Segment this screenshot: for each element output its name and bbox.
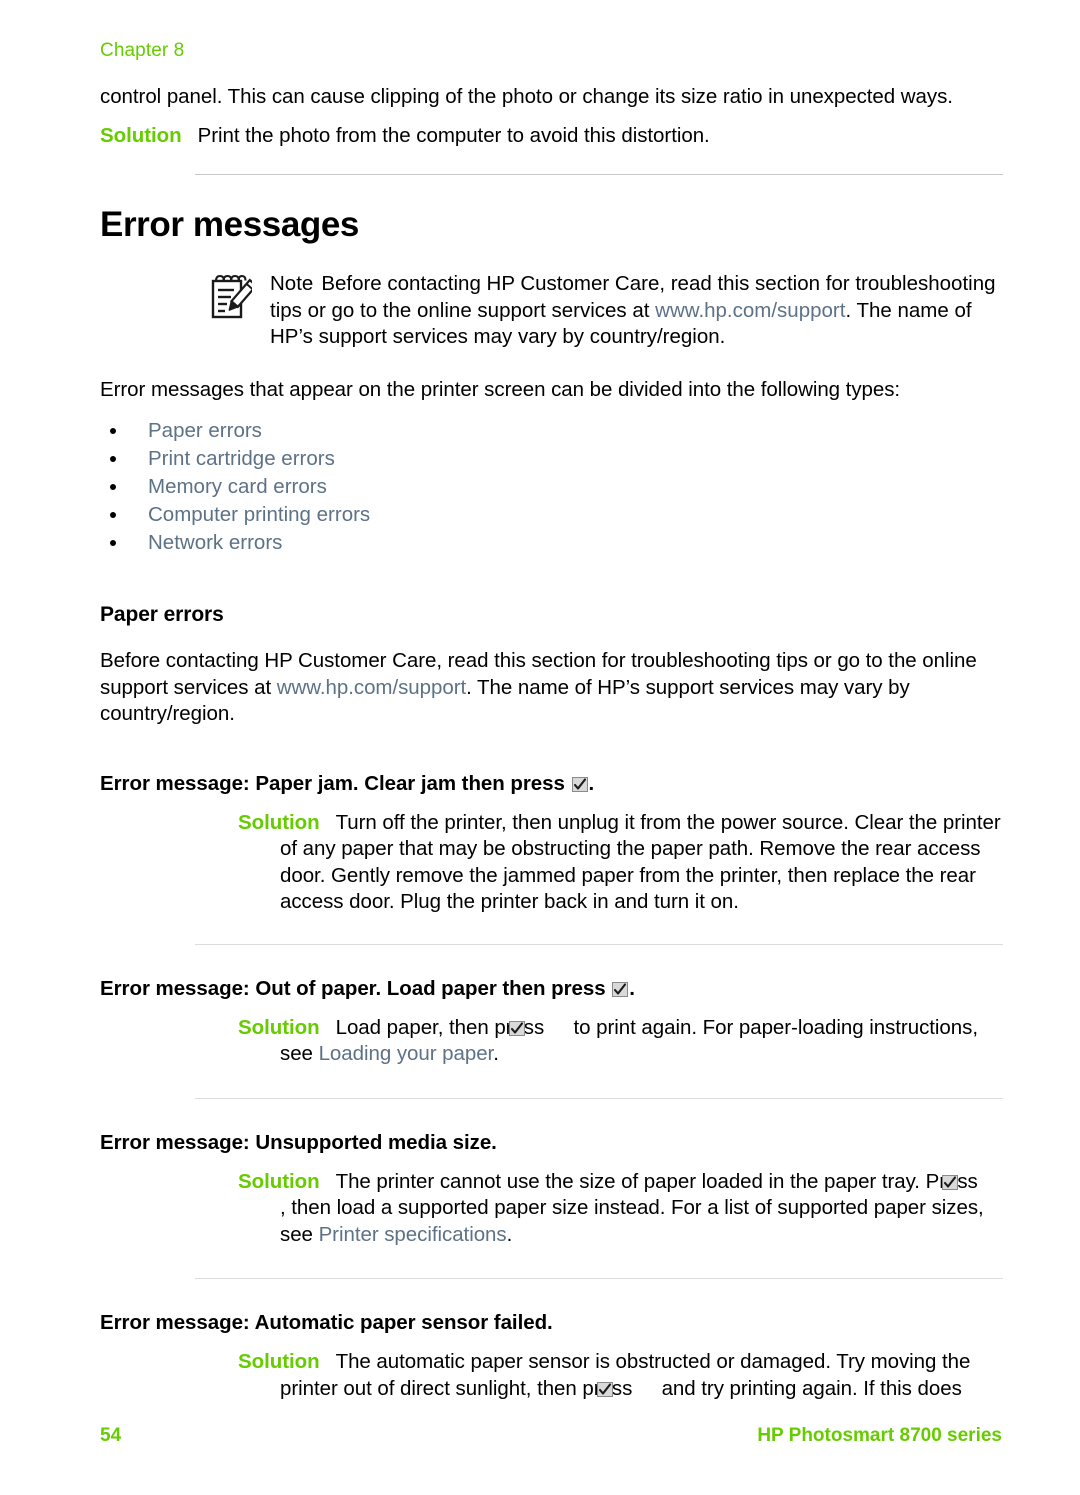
list-item-label: Network errors	[148, 531, 283, 554]
error-title-text: Error message: Out of paper. Load paper …	[100, 976, 612, 1000]
notepad-pencil-icon	[208, 273, 258, 321]
bullet-dot-icon	[110, 428, 116, 434]
solution-text-a: The printer cannot use the size of paper…	[335, 1169, 984, 1193]
error-title: Error message: Automatic paper sensor fa…	[100, 1311, 553, 1334]
section-divider	[195, 1278, 1003, 1279]
paper-errors-support-link[interactable]: www.hp.com/support	[277, 676, 466, 699]
list-item[interactable]: Print cartridge errors	[100, 445, 1002, 473]
list-item-label: Memory card errors	[148, 475, 327, 498]
error-title: Error message: Out of paper. Load paper …	[100, 977, 1002, 1001]
chapter-header: Chapter 8	[100, 40, 185, 61]
list-item[interactable]: Memory card errors	[100, 473, 1002, 501]
ok-button-icon	[942, 1171, 1000, 1190]
ok-button-icon	[596, 1378, 655, 1397]
page-title: Error messages	[100, 205, 360, 244]
list-item[interactable]: Network errors	[100, 529, 1002, 557]
note-block: Note Before contacting HP Customer Care, …	[208, 271, 1002, 351]
note-support-link[interactable]: www.hp.com/support	[655, 299, 845, 322]
error-title: Error message: Paper jam. Clear jam then…	[100, 772, 1002, 796]
section-divider	[195, 1097, 1003, 1099]
list-item[interactable]: Paper errors	[100, 417, 1002, 445]
error-title: Error message: Unsupported media size.	[100, 1130, 497, 1154]
error-solution: Solution Turn off the printer, then unplu…	[238, 810, 1002, 916]
footer-product-name: HP Photosmart 8700 series	[757, 1425, 1002, 1446]
error-title-suffix: .	[588, 771, 595, 795]
intro-paragraph: Error messages that appear on the printe…	[100, 377, 901, 401]
ok-button-icon	[508, 1017, 567, 1036]
solution-text: Print the photo from the computer to avo…	[197, 123, 710, 147]
bullet-dot-icon	[110, 540, 116, 546]
section-heading-paper-errors: Paper errors	[100, 603, 224, 626]
list-item[interactable]: Computer printing errors	[100, 501, 1002, 529]
error-title-text: Error message: Paper jam. Clear jam then…	[100, 771, 571, 795]
page-content: control panel. This can cause clipping o…	[100, 84, 1003, 1402]
error-entry-out-of-paper: Error message: Out of paper. Load paper …	[100, 977, 1002, 1068]
solution-label: Solution	[100, 123, 182, 147]
document-page: Chapter 8 control panel. This can cause …	[0, 0, 1080, 1495]
error-solution: Solution The printer cannot use the size …	[238, 1169, 1002, 1249]
page-footer: 54 HP Photosmart 8700 series	[100, 1425, 1002, 1447]
section-divider	[195, 174, 1003, 175]
printer-specifications-link[interactable]: Printer specifications	[319, 1223, 507, 1246]
list-item-label: Paper errors	[148, 419, 262, 442]
bullet-dot-icon	[110, 456, 116, 462]
solution-text: Turn off the printer, then unplug it fro…	[280, 810, 1001, 914]
bullet-dot-icon	[110, 484, 116, 490]
ok-button-icon	[612, 979, 629, 997]
continued-solution: Solution Print the photo from the compute…	[100, 123, 1002, 150]
error-title-suffix: .	[629, 976, 635, 1000]
loading-your-paper-link[interactable]: Loading your paper	[319, 1042, 494, 1065]
error-entry-paper-jam: Error message: Paper jam. Clear jam then…	[100, 772, 1002, 916]
error-solution: Solution Load paper, then press to print …	[238, 1015, 1002, 1068]
note-text: Note Before contacting HP Customer Care, …	[270, 271, 1002, 351]
solution-label: Solution	[238, 1350, 320, 1373]
continued-paragraph: control panel. This can cause clipping o…	[100, 85, 953, 108]
paper-errors-intro: Before contacting HP Customer Care, read…	[100, 648, 1002, 728]
error-solution: Solution The automatic paper sensor is ob…	[238, 1349, 1002, 1402]
list-item-label: Computer printing errors	[148, 503, 371, 526]
bullet-dot-icon	[110, 512, 116, 518]
ok-button-icon	[571, 774, 588, 792]
solution-label: Solution	[238, 810, 320, 834]
solution-text-c: .	[506, 1222, 513, 1246]
solution-label: Solution	[238, 1015, 320, 1039]
error-entry-paper-sensor: Error message: Automatic paper sensor fa…	[100, 1311, 1002, 1402]
error-entry-unsupported-media: Error message: Unsupported media size. S…	[100, 1131, 1002, 1249]
footer-page-number: 54	[100, 1425, 122, 1446]
solution-text-b: and try printing again. If this does	[655, 1376, 962, 1400]
solution-label: Solution	[238, 1169, 320, 1193]
section-divider	[195, 943, 1003, 945]
error-type-list: Paper errors Print cartridge errors Memo…	[100, 417, 1002, 557]
list-item-label: Print cartridge errors	[148, 447, 335, 470]
note-label: Note	[270, 272, 314, 295]
solution-text-c: .	[493, 1042, 499, 1065]
